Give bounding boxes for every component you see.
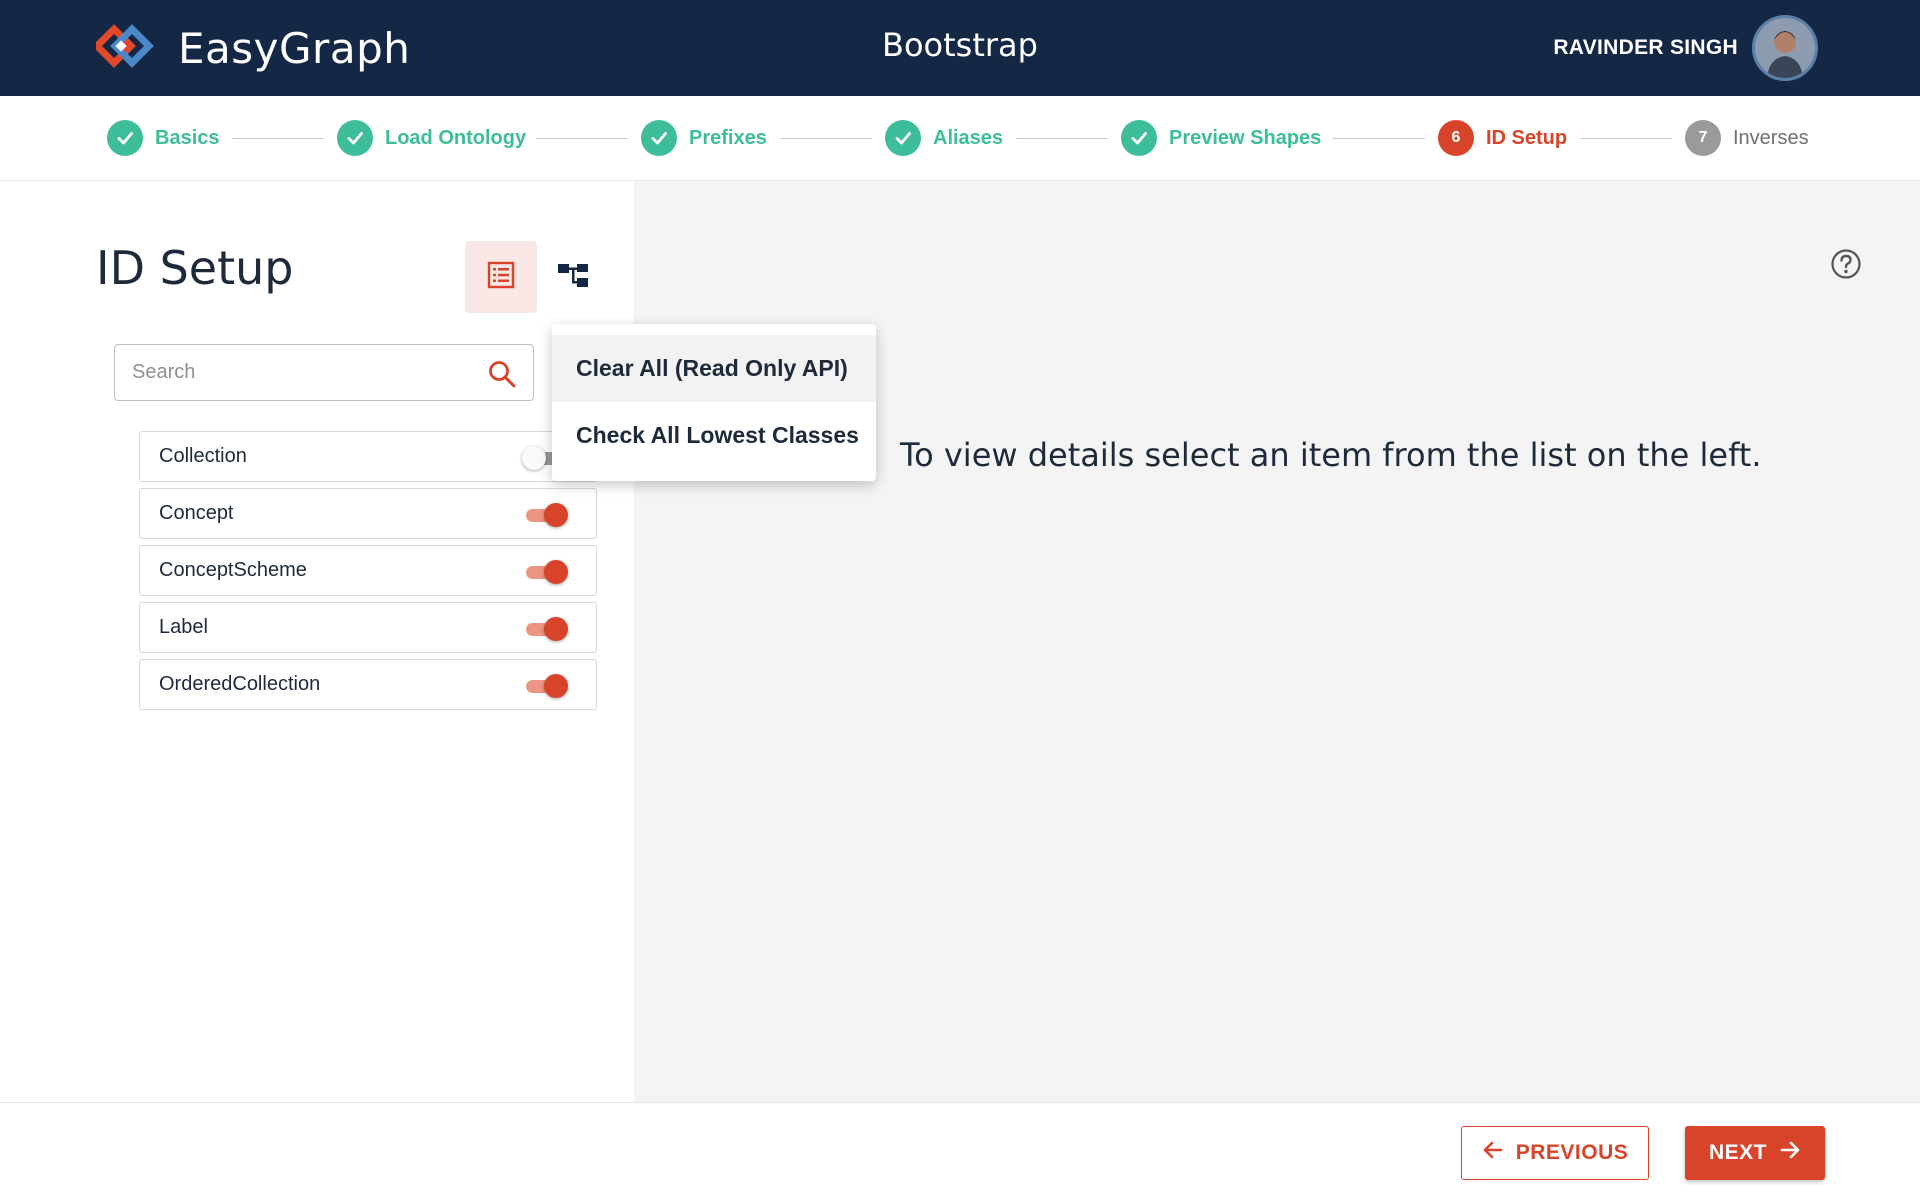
stepper: Basics Load Ontology Prefixes Aliases Pr… bbox=[0, 96, 1920, 181]
user-name: RAVINDER SINGH bbox=[1553, 36, 1738, 59]
step-connector bbox=[780, 138, 872, 139]
step-label: Aliases bbox=[933, 126, 1004, 149]
check-icon bbox=[885, 120, 921, 156]
arrow-left-icon bbox=[1482, 1139, 1504, 1167]
step-connector bbox=[1016, 138, 1108, 139]
class-label: ConceptScheme bbox=[159, 559, 307, 581]
step-label: Prefixes bbox=[689, 126, 767, 149]
class-label: Label bbox=[159, 616, 208, 638]
class-toggle[interactable] bbox=[524, 560, 568, 584]
step-number: 6 bbox=[1438, 120, 1474, 156]
step-number: 7 bbox=[1685, 120, 1721, 156]
list-view-icon bbox=[486, 260, 516, 295]
class-item-collection[interactable]: Collection bbox=[139, 431, 597, 482]
step-label: ID Setup bbox=[1486, 126, 1568, 149]
arrow-right-icon bbox=[1779, 1139, 1801, 1167]
menu-item-clear-all[interactable]: Clear All (Read Only API) bbox=[552, 335, 876, 402]
step-load-ontology[interactable]: Load Ontology bbox=[337, 120, 526, 156]
search-input[interactable] bbox=[115, 345, 533, 400]
step-inverses[interactable]: 7 Inverses bbox=[1685, 120, 1809, 156]
step-aliases[interactable]: Aliases bbox=[885, 120, 1003, 156]
class-list-panel: ID Setup Search Collection Concept Conce… bbox=[0, 181, 634, 1102]
check-icon bbox=[337, 120, 373, 156]
help-icon[interactable] bbox=[1830, 248, 1862, 280]
step-id-setup[interactable]: 6 ID Setup bbox=[1438, 120, 1567, 156]
class-item-label[interactable]: Label bbox=[139, 602, 597, 653]
class-toggle[interactable] bbox=[524, 674, 568, 698]
class-item-concept[interactable]: Concept bbox=[139, 488, 597, 539]
app-header: EasyGraph Bootstrap RAVINDER SINGH bbox=[0, 0, 1920, 96]
details-panel: To view details select an item from the … bbox=[634, 181, 1920, 1102]
check-icon bbox=[107, 120, 143, 156]
tree-view-button[interactable] bbox=[537, 241, 609, 313]
step-preview-shapes[interactable]: Preview Shapes bbox=[1121, 120, 1321, 156]
avatar[interactable] bbox=[1752, 15, 1818, 81]
check-icon bbox=[1121, 120, 1157, 156]
step-prefixes[interactable]: Prefixes bbox=[641, 120, 767, 156]
step-basics[interactable]: Basics bbox=[107, 120, 220, 156]
empty-state-message: To view details select an item from the … bbox=[900, 436, 1762, 474]
list-view-button[interactable] bbox=[465, 241, 537, 313]
step-label: Basics bbox=[155, 126, 220, 149]
class-toggle[interactable] bbox=[524, 503, 568, 527]
next-label: NEXT bbox=[1708, 1141, 1767, 1164]
menu-item-check-all-lowest[interactable]: Check All Lowest Classes bbox=[552, 402, 876, 469]
class-toggle[interactable] bbox=[524, 617, 568, 641]
search-icon[interactable] bbox=[487, 359, 517, 389]
previous-button[interactable]: PREVIOUS bbox=[1461, 1126, 1649, 1180]
step-connector bbox=[536, 138, 628, 139]
class-item-conceptscheme[interactable]: ConceptScheme bbox=[139, 545, 597, 596]
class-item-orderedcollection[interactable]: OrderedCollection bbox=[139, 659, 597, 710]
page-title: ID Setup bbox=[96, 241, 294, 295]
step-label: Load Ontology bbox=[385, 126, 527, 149]
next-button[interactable]: NEXT bbox=[1685, 1126, 1825, 1180]
step-label: Preview Shapes bbox=[1169, 126, 1322, 149]
class-label: Collection bbox=[159, 445, 247, 467]
step-label: Inverses bbox=[1733, 126, 1809, 149]
bulk-actions-menu: Clear All (Read Only API) Check All Lowe… bbox=[552, 324, 876, 481]
step-connector bbox=[1580, 138, 1672, 139]
class-label: Concept bbox=[159, 502, 234, 524]
check-icon bbox=[641, 120, 677, 156]
previous-label: PREVIOUS bbox=[1515, 1141, 1629, 1164]
step-connector bbox=[232, 138, 324, 139]
search-box bbox=[114, 344, 534, 401]
footer-bar: PREVIOUS NEXT bbox=[0, 1102, 1920, 1200]
class-label: OrderedCollection bbox=[159, 673, 321, 695]
user-menu[interactable]: RAVINDER SINGH bbox=[1553, 14, 1818, 82]
step-connector bbox=[1333, 138, 1425, 139]
tree-view-icon bbox=[557, 260, 589, 295]
